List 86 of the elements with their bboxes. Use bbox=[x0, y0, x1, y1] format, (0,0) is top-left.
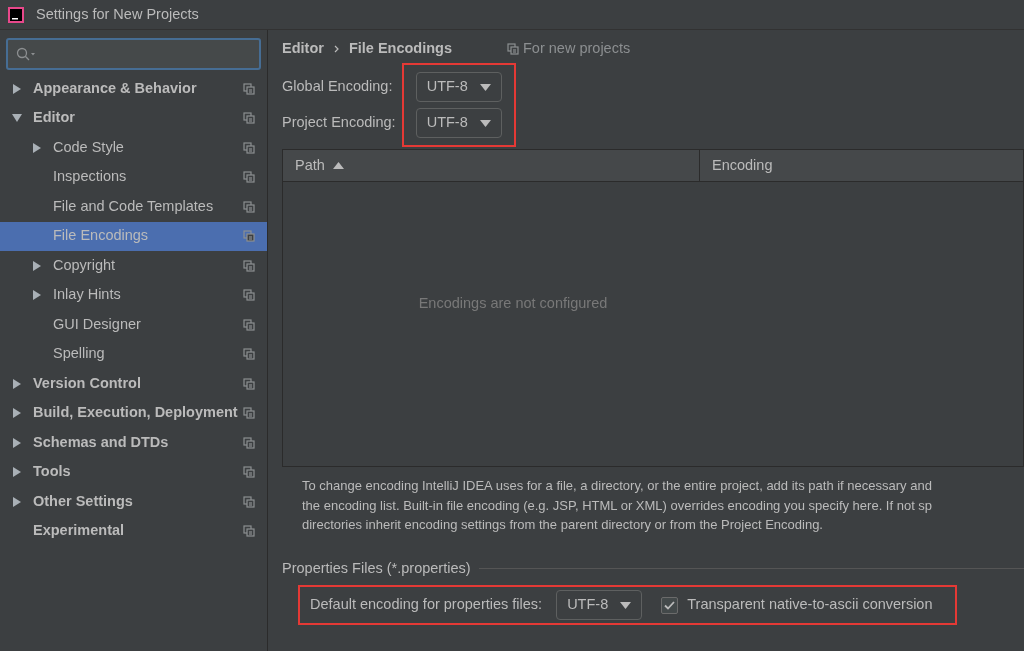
copy-icon bbox=[243, 112, 255, 125]
tree-item-label: Spelling bbox=[53, 344, 106, 364]
expand-arrow-icon[interactable] bbox=[12, 378, 22, 389]
tree-item[interactable]: GUI Designer bbox=[0, 310, 267, 340]
description-text: directories inherit encoding settings from the parent directory or from the Project Encoding. bbox=[302, 516, 824, 534]
caret-icon bbox=[479, 83, 491, 91]
expand-arrow-icon[interactable] bbox=[32, 142, 42, 153]
encoding-dropdown[interactable]: UTF-8 bbox=[415, 72, 502, 102]
description-text: the encoding list. Built-in file encoding (e.g. JSP, HTML or XML) overrides encoding you specify here. If not sp bbox=[302, 496, 934, 515]
field-label: Default encoding for properties files: bbox=[310, 595, 543, 615]
column-header[interactable]: Path bbox=[283, 150, 700, 181]
description-text: To change encoding IntelliJ IDEA uses for a file, a directory, or the entire project, add its path if necessary and bbox=[302, 477, 933, 495]
app-logo-icon bbox=[8, 6, 24, 23]
tree-item[interactable]: Other Settings bbox=[0, 487, 267, 517]
copy-icon bbox=[243, 348, 255, 361]
tree-item[interactable]: Editor bbox=[0, 103, 267, 133]
tree-item-label: Version Control bbox=[33, 373, 142, 393]
encoding-dropdown[interactable]: UTF-8 bbox=[415, 108, 502, 138]
section-title: Properties Files (*.properties) bbox=[282, 558, 471, 578]
tree-item[interactable]: File and Code Templates bbox=[0, 192, 267, 222]
tree-item[interactable]: Schemas and DTDs bbox=[0, 428, 267, 458]
copy-icon bbox=[243, 259, 255, 272]
tree-item[interactable]: Copyright bbox=[0, 251, 267, 281]
tree-item-label: Code Style bbox=[53, 137, 125, 157]
copy-icon bbox=[243, 289, 255, 302]
expand-arrow-icon[interactable] bbox=[12, 437, 22, 448]
copy-icon bbox=[243, 525, 255, 538]
copy-icon bbox=[243, 318, 255, 331]
copy-icon bbox=[507, 43, 519, 55]
tree-item[interactable]: Version Control bbox=[0, 369, 267, 399]
sort-ascending-icon bbox=[332, 162, 344, 169]
tree-item-label: Tools bbox=[33, 462, 72, 482]
caret-icon bbox=[479, 119, 491, 127]
field-label: Project Encoding: bbox=[282, 113, 396, 133]
tree-item-label: Schemas and DTDs bbox=[33, 432, 170, 452]
copy-icon bbox=[243, 466, 255, 479]
copy-icon bbox=[243, 82, 255, 95]
breadcrumb-item: Editor bbox=[282, 39, 324, 59]
copy-icon bbox=[243, 141, 255, 154]
copy-icon bbox=[243, 171, 255, 184]
tree-item[interactable]: Code Style bbox=[0, 133, 267, 163]
copy-icon bbox=[243, 436, 255, 449]
tree-item-label: Copyright bbox=[53, 255, 117, 275]
expand-arrow-icon[interactable] bbox=[12, 467, 22, 478]
expand-arrow-icon[interactable] bbox=[12, 496, 22, 507]
tree-item-label: File Encodings bbox=[53, 226, 150, 246]
tree-item[interactable]: Spelling bbox=[0, 339, 267, 369]
search-icon bbox=[16, 47, 36, 61]
tree-item[interactable]: Inlay Hints bbox=[0, 280, 267, 310]
tree-item-label: File and Code Templates bbox=[53, 196, 215, 216]
checkbox-label: Transparent native-to-ascii conversion bbox=[687, 595, 933, 615]
tree-item-label: Build, Execution, Deployment bbox=[33, 403, 239, 423]
scope-note: For new projects bbox=[523, 39, 631, 59]
tree-item-label: Inlay Hints bbox=[53, 285, 122, 305]
tree-item-label: Experimental bbox=[33, 521, 126, 541]
caret-icon bbox=[620, 601, 632, 609]
chevron-icon bbox=[333, 45, 339, 53]
tree-item-label: Editor bbox=[33, 108, 76, 128]
copy-icon bbox=[243, 200, 255, 213]
copy-icon bbox=[243, 230, 255, 243]
tree-item-label: Other Settings bbox=[33, 491, 134, 511]
copy-icon bbox=[243, 377, 255, 390]
tree-item-label: GUI Designer bbox=[53, 314, 142, 334]
copy-icon bbox=[243, 495, 255, 508]
expand-arrow-icon[interactable] bbox=[32, 260, 42, 271]
copy-icon bbox=[243, 407, 255, 420]
search-field[interactable] bbox=[6, 38, 261, 70]
expand-arrow-icon[interactable] bbox=[12, 83, 22, 94]
expand-arrow-icon[interactable] bbox=[12, 408, 22, 419]
tree-item[interactable]: Inspections bbox=[0, 162, 267, 192]
checkbox[interactable] bbox=[661, 596, 679, 614]
tree-item[interactable]: Appearance & Behavior bbox=[0, 74, 267, 104]
breadcrumb-item: File Encodings bbox=[348, 39, 452, 59]
tree-item-label: Inspections bbox=[53, 167, 128, 187]
tree-item[interactable]: Experimental bbox=[0, 516, 267, 546]
tree-item[interactable]: Build, Execution, Deployment bbox=[0, 398, 267, 428]
column-header[interactable]: Encoding bbox=[700, 150, 1023, 181]
encoding-dropdown[interactable]: UTF-8 bbox=[556, 590, 643, 621]
empty-table-message: Encodings are not configured bbox=[418, 294, 608, 314]
expand-arrow-icon[interactable] bbox=[32, 290, 42, 301]
field-label: Global Encoding: bbox=[282, 77, 394, 97]
collapse-arrow-icon[interactable] bbox=[12, 113, 22, 124]
checkmark-icon bbox=[664, 600, 676, 610]
tree-item-label: Appearance & Behavior bbox=[33, 78, 198, 98]
tree-item[interactable]: Tools bbox=[0, 457, 267, 487]
window-title: Settings for New Projects bbox=[36, 4, 199, 24]
